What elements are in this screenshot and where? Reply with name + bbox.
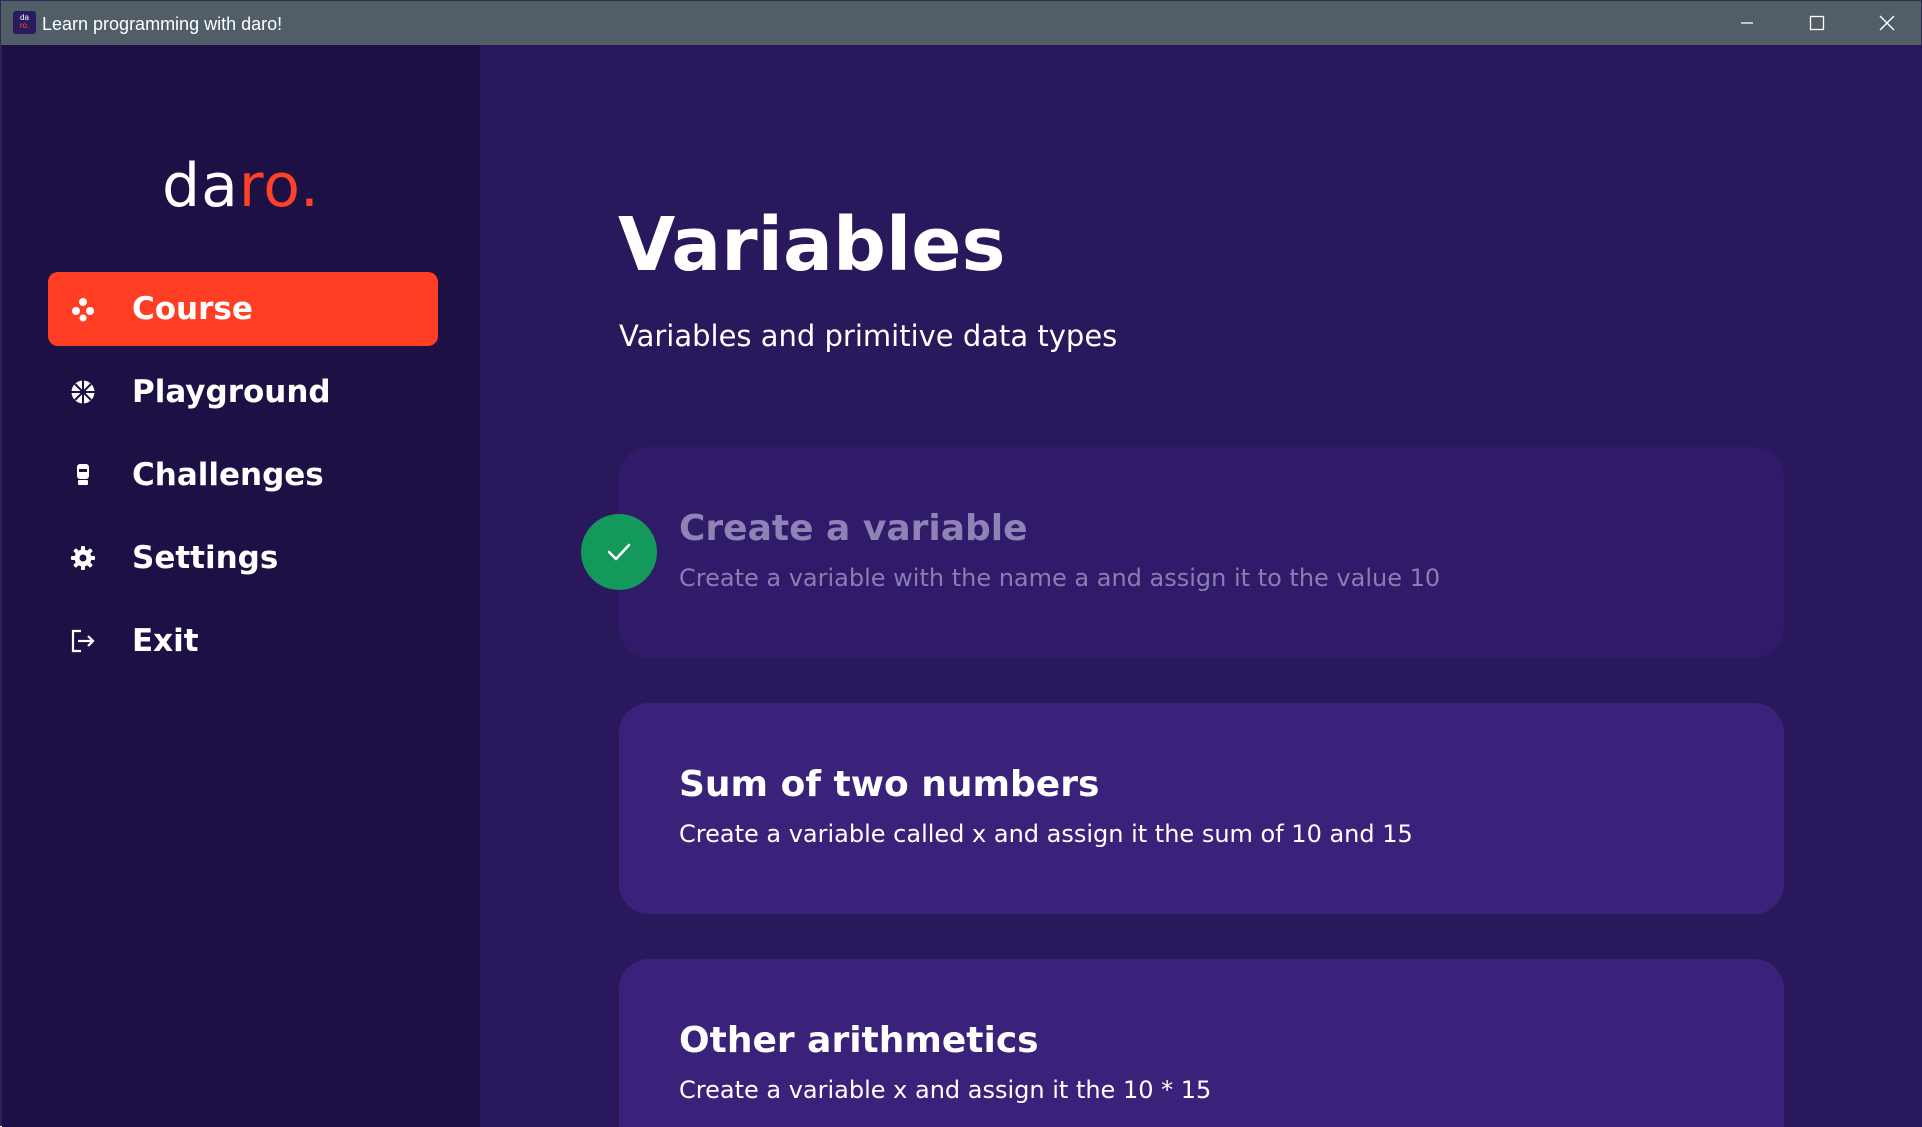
logo: daro. [162,151,320,221]
gamepad-icon [72,298,94,322]
logout-icon [71,629,95,653]
page-title: Variables [618,202,1006,288]
sidebar-item-exit[interactable]: Exit [48,604,438,678]
lesson-card-sum-of-two-numbers[interactable]: Sum of two numbers Create a variable cal… [619,703,1784,914]
sidebar-item-settings[interactable]: Settings [48,521,438,595]
main-content: Variables Variables and primitive data t… [480,45,1922,1127]
title-bar: da ro. Learn programming with daro! [1,1,1921,45]
lesson-title: Create a variable [679,508,1028,549]
gear-icon [71,546,95,570]
app-icon: da ro. [13,11,36,34]
lesson-card-other-arithmetics[interactable]: Other arithmetics Create a variable x an… [619,959,1784,1127]
lesson-card-create-a-variable[interactable]: Create a variable Create a variable with… [619,447,1784,658]
page-subtitle: Variables and primitive data types [619,319,1118,353]
logo-text-white: da [162,151,239,221]
app-window: da ro. Learn programming with daro! daro… [0,0,1922,1127]
maximize-icon [1809,15,1825,31]
completed-badge [581,514,657,590]
sidebar-item-label: Course [132,291,253,327]
sidebar-item-course[interactable]: Course [48,272,438,346]
checkmark-icon [607,543,631,561]
lesson-title: Other arithmetics [679,1020,1039,1061]
close-icon [1879,15,1895,31]
lesson-description: Create a variable with the name a and as… [679,564,1441,592]
basketball-icon [71,380,95,404]
window-title: Learn programming with daro! [42,14,283,34]
lesson-description: Create a variable called x and assign it… [679,820,1413,848]
sidebar-item-label: Playground [132,374,331,410]
sidebar-item-challenges[interactable]: Challenges [48,438,438,512]
sidebar-item-label: Settings [132,540,279,576]
lesson-description: Create a variable x and assign it the 10… [679,1076,1212,1104]
minimize-icon [1741,22,1753,24]
sidebar-item-label: Exit [132,623,199,659]
app-icon-text-bottom: ro. [19,21,30,30]
maximize-button[interactable] [1782,1,1852,45]
close-button[interactable] [1852,1,1922,45]
lesson-title: Sum of two numbers [679,764,1100,805]
logo-text-accent: ro. [238,151,320,221]
sidebar: daro. Course Playground Challenges Setti… [2,45,480,1127]
sidebar-item-playground[interactable]: Playground [48,355,438,429]
minimize-button[interactable] [1712,1,1782,45]
sidebar-item-label: Challenges [132,457,324,493]
trophy-icon [77,464,89,485]
